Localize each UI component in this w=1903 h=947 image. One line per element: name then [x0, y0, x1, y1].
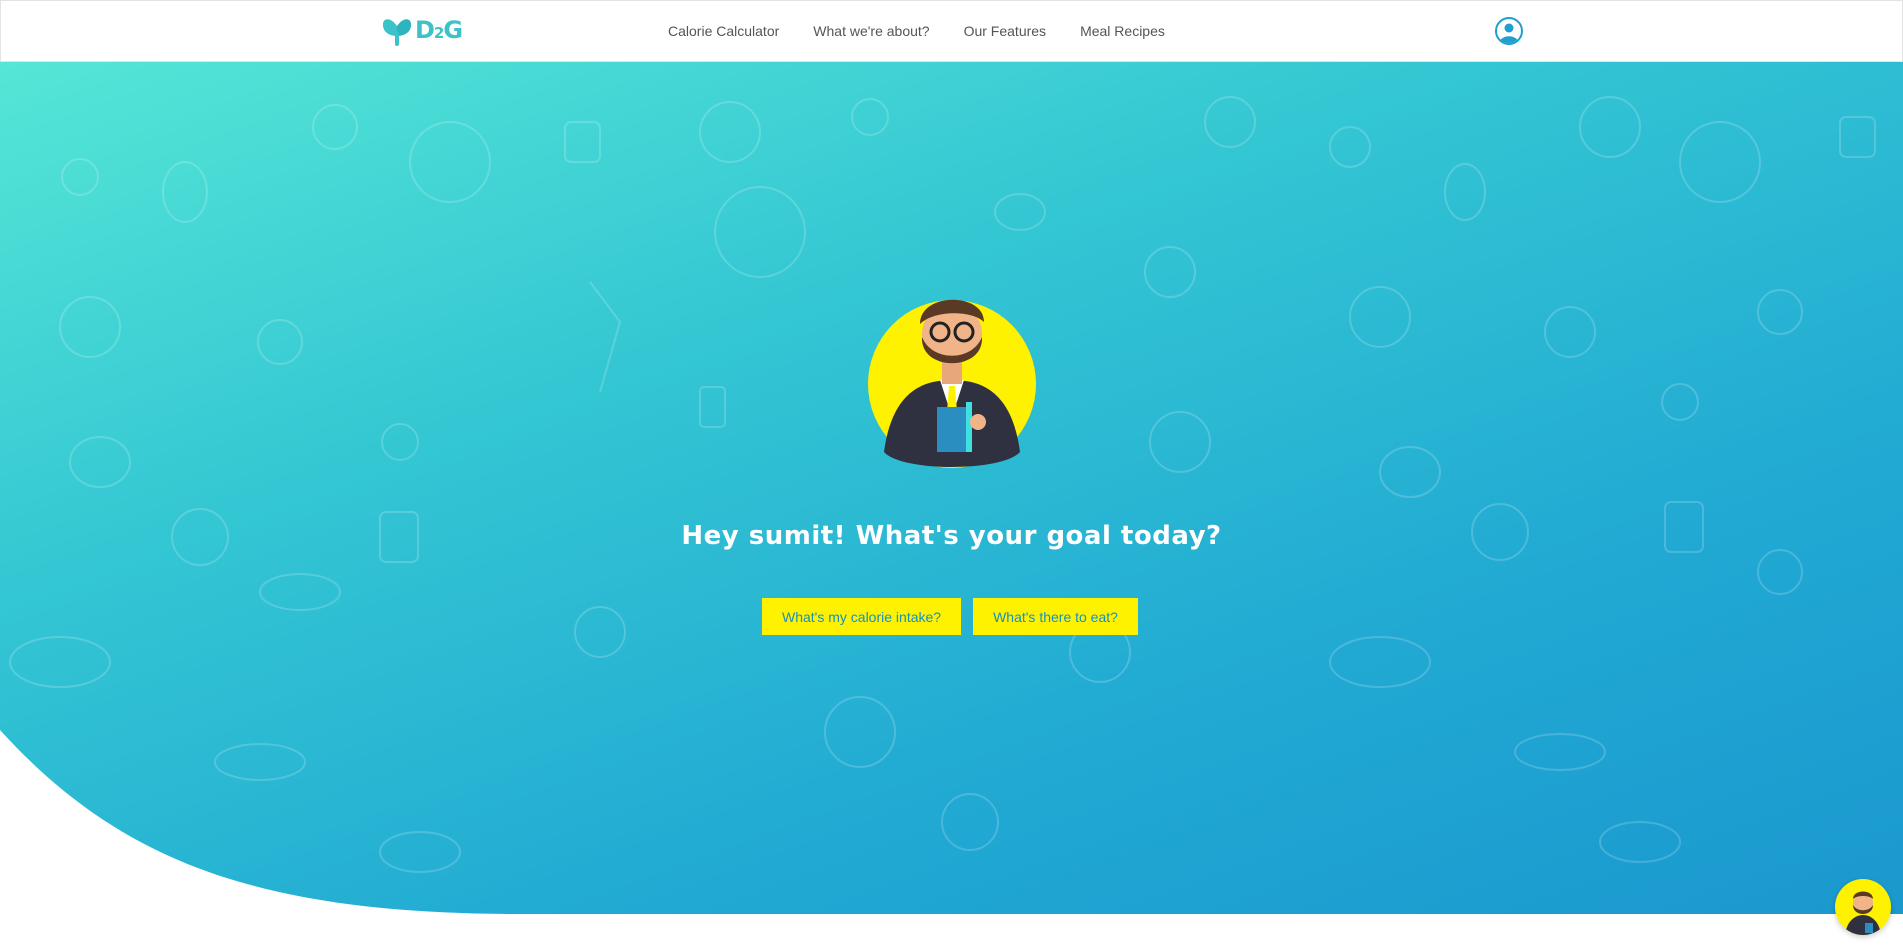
- hero-greeting: Hey sumit! What's your goal today?: [681, 521, 1222, 551]
- nav-meal-recipes[interactable]: Meal Recipes: [1080, 23, 1165, 39]
- chat-assistant-button[interactable]: [1835, 879, 1891, 935]
- assistant-avatar-icon: [1845, 891, 1881, 935]
- calorie-intake-button[interactable]: What's my calorie intake?: [762, 598, 962, 635]
- account-button[interactable]: [1495, 17, 1523, 45]
- top-navbar: D2G Calorie Calculator What we're about?…: [0, 0, 1903, 62]
- main-nav: Calorie Calculator What we're about? Our…: [668, 23, 1165, 39]
- nav-about[interactable]: What we're about?: [813, 23, 929, 39]
- leaf-logo-icon: [382, 19, 412, 46]
- what-to-eat-button[interactable]: What's there to eat?: [973, 598, 1138, 635]
- brand-name: D2G: [415, 16, 463, 44]
- goal-options: What's my calorie intake? What's there t…: [762, 598, 1138, 635]
- brand-logo[interactable]: D2G: [382, 14, 463, 46]
- hero-bottom-curve: [0, 730, 520, 914]
- nav-calorie-calculator[interactable]: Calorie Calculator: [668, 23, 779, 39]
- user-circle-icon: [1499, 23, 1519, 43]
- nav-features[interactable]: Our Features: [964, 23, 1046, 39]
- hero-section: Hey sumit! What's your goal today? What'…: [0, 62, 1903, 914]
- assistant-avatar: [862, 252, 1042, 474]
- bearded-man-icon: [868, 299, 1036, 468]
